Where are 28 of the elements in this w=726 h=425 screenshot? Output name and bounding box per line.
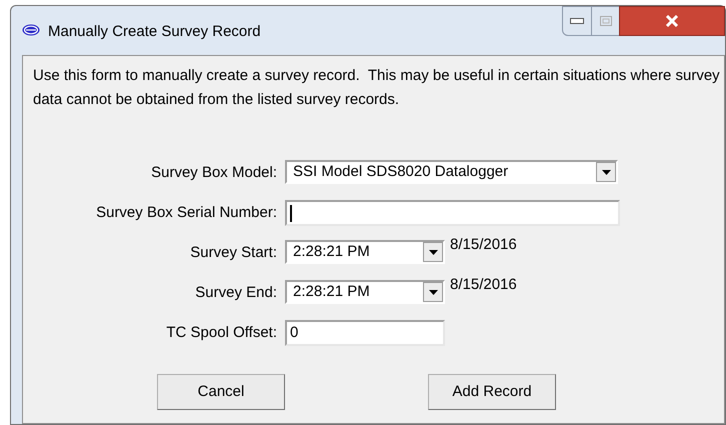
minimize-icon: [570, 18, 584, 24]
dropdown-button[interactable]: [596, 162, 616, 182]
input-field[interactable]: [285, 200, 620, 226]
caret-icon: [428, 250, 438, 254]
close-button[interactable]: [619, 6, 725, 36]
dropdown-button[interactable]: [423, 282, 443, 302]
minimize-button[interactable]: [562, 6, 592, 36]
caret-icon: [428, 290, 438, 294]
caret-icon: [602, 170, 610, 174]
maximize-icon: [600, 16, 612, 26]
cancel-button[interactable]: Cancel: [157, 374, 285, 410]
time-picker[interactable]: 2:28:21 PM: [285, 280, 445, 304]
time-picker[interactable]: 2:28:21 PM: [285, 240, 445, 264]
add-record-button[interactable]: Add Record: [428, 374, 556, 410]
field-label: Survey Box Serial Number:: [95, 203, 278, 223]
model-dropdown[interactable]: SSI Model SDS8020 Datalogger: [285, 160, 618, 184]
description-text: Use this form to manually create a survey record. This may be useful in certain situations where survey data cannot be obtained from the listed survey records.: [33, 66, 721, 110]
window-title: Manually Create Survey Record: [48, 22, 261, 42]
input-field[interactable]: 0: [285, 320, 445, 346]
app-logo-icon: [22, 24, 40, 36]
field-label: Survey Start:: [189, 243, 278, 263]
date-text: 8/15/2016: [450, 275, 517, 295]
field-label: TC Spool Offset:: [165, 323, 278, 343]
dropdown-button[interactable]: [423, 242, 443, 262]
date-text: 8/15/2016: [450, 235, 517, 255]
field-label: Survey Box Model:: [150, 163, 278, 183]
close-icon: [665, 15, 679, 27]
field-label: Survey End:: [194, 283, 278, 303]
